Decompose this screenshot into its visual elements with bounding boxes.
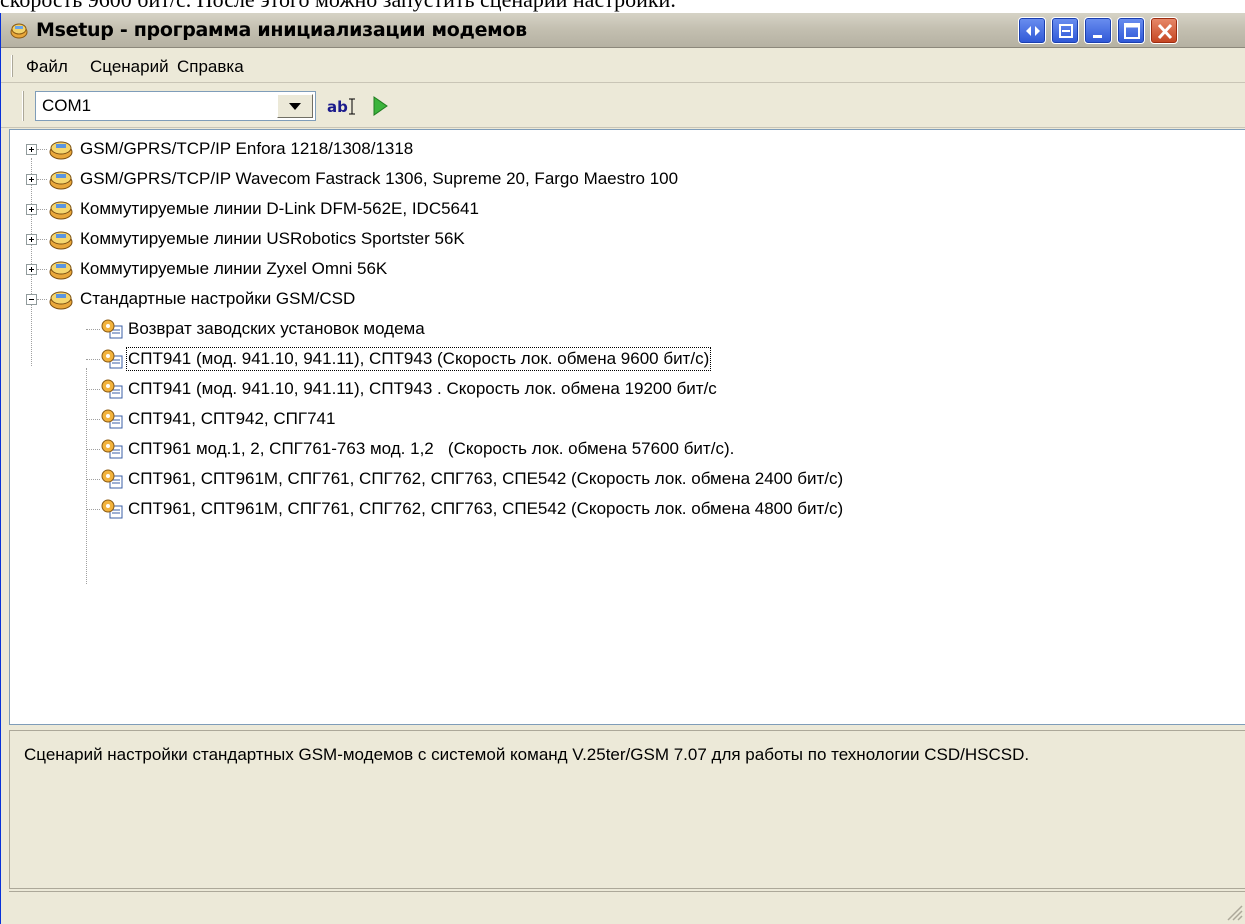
menu-grip[interactable] xyxy=(11,55,13,77)
toolbar: COM1 ab xyxy=(1,83,1245,128)
tree-group-label: Коммутируемые линии Zyxel Omni 56K xyxy=(80,259,388,278)
tree-connector xyxy=(31,158,33,366)
modem-group-icon xyxy=(49,261,73,280)
arrows-icon xyxy=(1026,26,1040,36)
tree-group-label: Коммутируемые линии USRobotics Sportster… xyxy=(80,229,465,248)
modem-group-icon xyxy=(49,201,73,220)
title-bar[interactable]: Msetup - программа инициализации модемов xyxy=(1,13,1245,48)
restore-button[interactable] xyxy=(1051,17,1079,44)
port-dropdown-button[interactable] xyxy=(277,94,313,118)
expand-icon[interactable] xyxy=(26,144,37,155)
menu-help[interactable]: Справка xyxy=(177,57,244,77)
expand-icon[interactable] xyxy=(26,204,37,215)
script-icon xyxy=(101,319,123,339)
menu-bar: Файл Сценарий Справка xyxy=(1,48,1245,83)
expand-icon[interactable] xyxy=(26,264,37,275)
run-button[interactable] xyxy=(366,93,394,119)
script-icon xyxy=(101,379,123,399)
modem-group-icon xyxy=(49,171,73,190)
tree-connector xyxy=(86,389,100,391)
menu-file[interactable]: Файл xyxy=(26,57,68,77)
text-edit-icon: ab xyxy=(327,98,355,116)
resize-grip-icon[interactable] xyxy=(1222,900,1244,922)
play-icon xyxy=(373,96,388,116)
msetup-window: Msetup - программа инициализации модемов xyxy=(0,13,1245,924)
chevron-down-icon xyxy=(289,103,301,110)
tree-connector xyxy=(86,359,100,361)
tree-connector xyxy=(86,449,100,451)
tree-group-label: Коммутируемые линии D-Link DFM-562E, IDC… xyxy=(80,199,479,218)
status-bar xyxy=(9,891,1245,924)
tree-connector xyxy=(37,209,47,211)
tree-connector xyxy=(37,179,47,181)
tree-connector xyxy=(86,479,100,481)
minimize-icon xyxy=(1093,35,1102,38)
script-icon xyxy=(101,499,123,519)
port-select[interactable]: COM1 xyxy=(35,91,316,121)
tree-connector xyxy=(37,239,47,241)
tree-child-label: СПТ941 (мод. 941.10, 941.11), СПТ943 (Ск… xyxy=(125,347,712,371)
window-title: Msetup - программа инициализации модемов xyxy=(36,19,527,41)
tree-connector xyxy=(86,368,88,584)
tree-connector xyxy=(86,329,100,331)
maximize-icon xyxy=(1124,23,1140,39)
script-icon xyxy=(101,409,123,429)
maximize-button[interactable] xyxy=(1117,17,1145,44)
resize-arrows-button[interactable] xyxy=(1018,17,1046,44)
tree-group-label: GSM/GPRS/TCP/IP Wavecom Fastrack 1306, S… xyxy=(80,169,679,188)
expand-icon[interactable] xyxy=(26,234,37,245)
tree-connector xyxy=(86,419,100,421)
tree-connector xyxy=(37,299,47,301)
toolbar-grip[interactable] xyxy=(22,91,24,121)
tree-child-label: СПТ961 мод.1, 2, СПГ761-763 мод. 1,2 (Ск… xyxy=(128,439,735,458)
close-icon xyxy=(1157,23,1173,40)
tree-child-label: Возврат заводских установок модема xyxy=(128,319,425,338)
tree-connector xyxy=(37,269,47,271)
script-icon xyxy=(101,469,123,489)
modem-group-icon xyxy=(49,231,73,250)
description-panel: Сценарий настройки стандартных GSM-модем… xyxy=(9,730,1245,889)
tree-child-label: СПТ961, СПТ961М, СПГ761, СПГ762, СПГ763,… xyxy=(128,469,844,488)
tree-child-label: СПТ941, СПТ942, СПГ741 xyxy=(128,409,336,428)
collapse-icon[interactable] xyxy=(26,294,37,305)
minimize-button[interactable] xyxy=(1084,17,1112,44)
svg-text:ab: ab xyxy=(327,98,348,116)
description-text: Сценарий настройки стандартных GSM-модем… xyxy=(24,745,1030,764)
script-icon xyxy=(101,349,123,369)
modem-group-icon xyxy=(49,291,73,310)
tree-connector xyxy=(86,509,100,511)
port-value: COM1 xyxy=(42,96,92,115)
expand-icon[interactable] xyxy=(26,174,37,185)
app-icon xyxy=(10,23,28,39)
modem-group-icon xyxy=(49,141,73,160)
edit-button[interactable]: ab xyxy=(324,93,362,119)
tree-connector xyxy=(37,149,47,151)
script-icon xyxy=(101,439,123,459)
menu-scenario[interactable]: Сценарий xyxy=(90,57,169,77)
tree-child-label: СПТ941 (мод. 941.10, 941.11), СПТ943 . С… xyxy=(128,379,717,398)
document-text: скорость 9600 бит/с. После этого можно з… xyxy=(0,0,1245,13)
tree-child-label: СПТ961, СПТ961М, СПГ761, СПГ762, СПГ763,… xyxy=(128,499,844,518)
restore-icon xyxy=(1059,24,1073,38)
tree-group-label: GSM/GPRS/TCP/IP Enfora 1218/1308/1318 xyxy=(80,139,414,158)
scenario-tree[interactable]: GSM/GPRS/TCP/IP Enfora 1218/1308/1318 GS… xyxy=(9,129,1245,725)
close-button[interactable] xyxy=(1150,17,1178,44)
tree-group-label: Стандартные настройки GSM/CSD xyxy=(80,289,356,308)
